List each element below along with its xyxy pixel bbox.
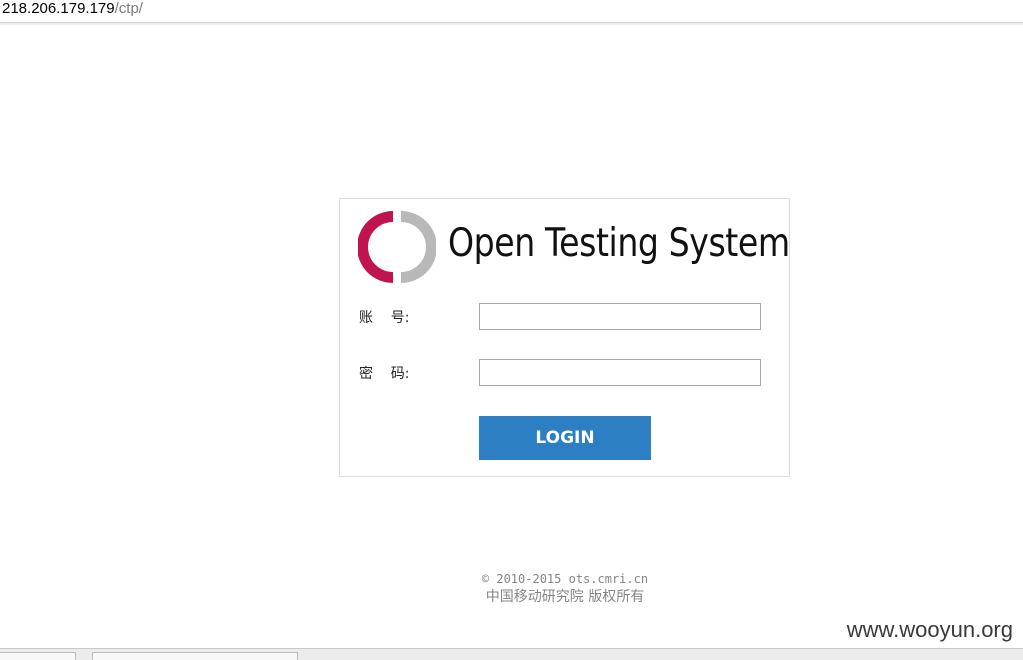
- logo-left-arc: [358, 211, 393, 283]
- password-input[interactable]: [479, 359, 761, 386]
- url-text[interactable]: 218.206.179.179/ctp/: [2, 0, 143, 17]
- address-bar[interactable]: 218.206.179.179/ctp/: [0, 0, 1023, 23]
- logo-right-arc: [401, 211, 436, 283]
- password-label: 密 码:: [359, 366, 410, 382]
- bottom-tab-strip: [0, 648, 1023, 660]
- ots-logo-icon: [358, 211, 436, 283]
- footer-organization: 中国移动研究院 版权所有: [485, 589, 645, 605]
- url-host: 218.206.179.179: [2, 0, 115, 17]
- account-label: 账 号:: [359, 310, 410, 326]
- system-title: Open Testing System: [448, 221, 790, 266]
- login-panel: Open Testing System 账 号: 密 码: LOGIN: [339, 198, 790, 477]
- login-button[interactable]: LOGIN: [479, 416, 651, 460]
- account-input[interactable]: [479, 303, 761, 330]
- url-path: /ctp/: [114, 0, 143, 17]
- watermark: www.wooyun.org: [846, 617, 1013, 642]
- footer-copyright: © 2010-2015 ots.cmri.cn: [481, 572, 649, 586]
- footer: © 2010-2015 ots.cmri.cn 中国移动研究院 版权所有: [440, 571, 690, 607]
